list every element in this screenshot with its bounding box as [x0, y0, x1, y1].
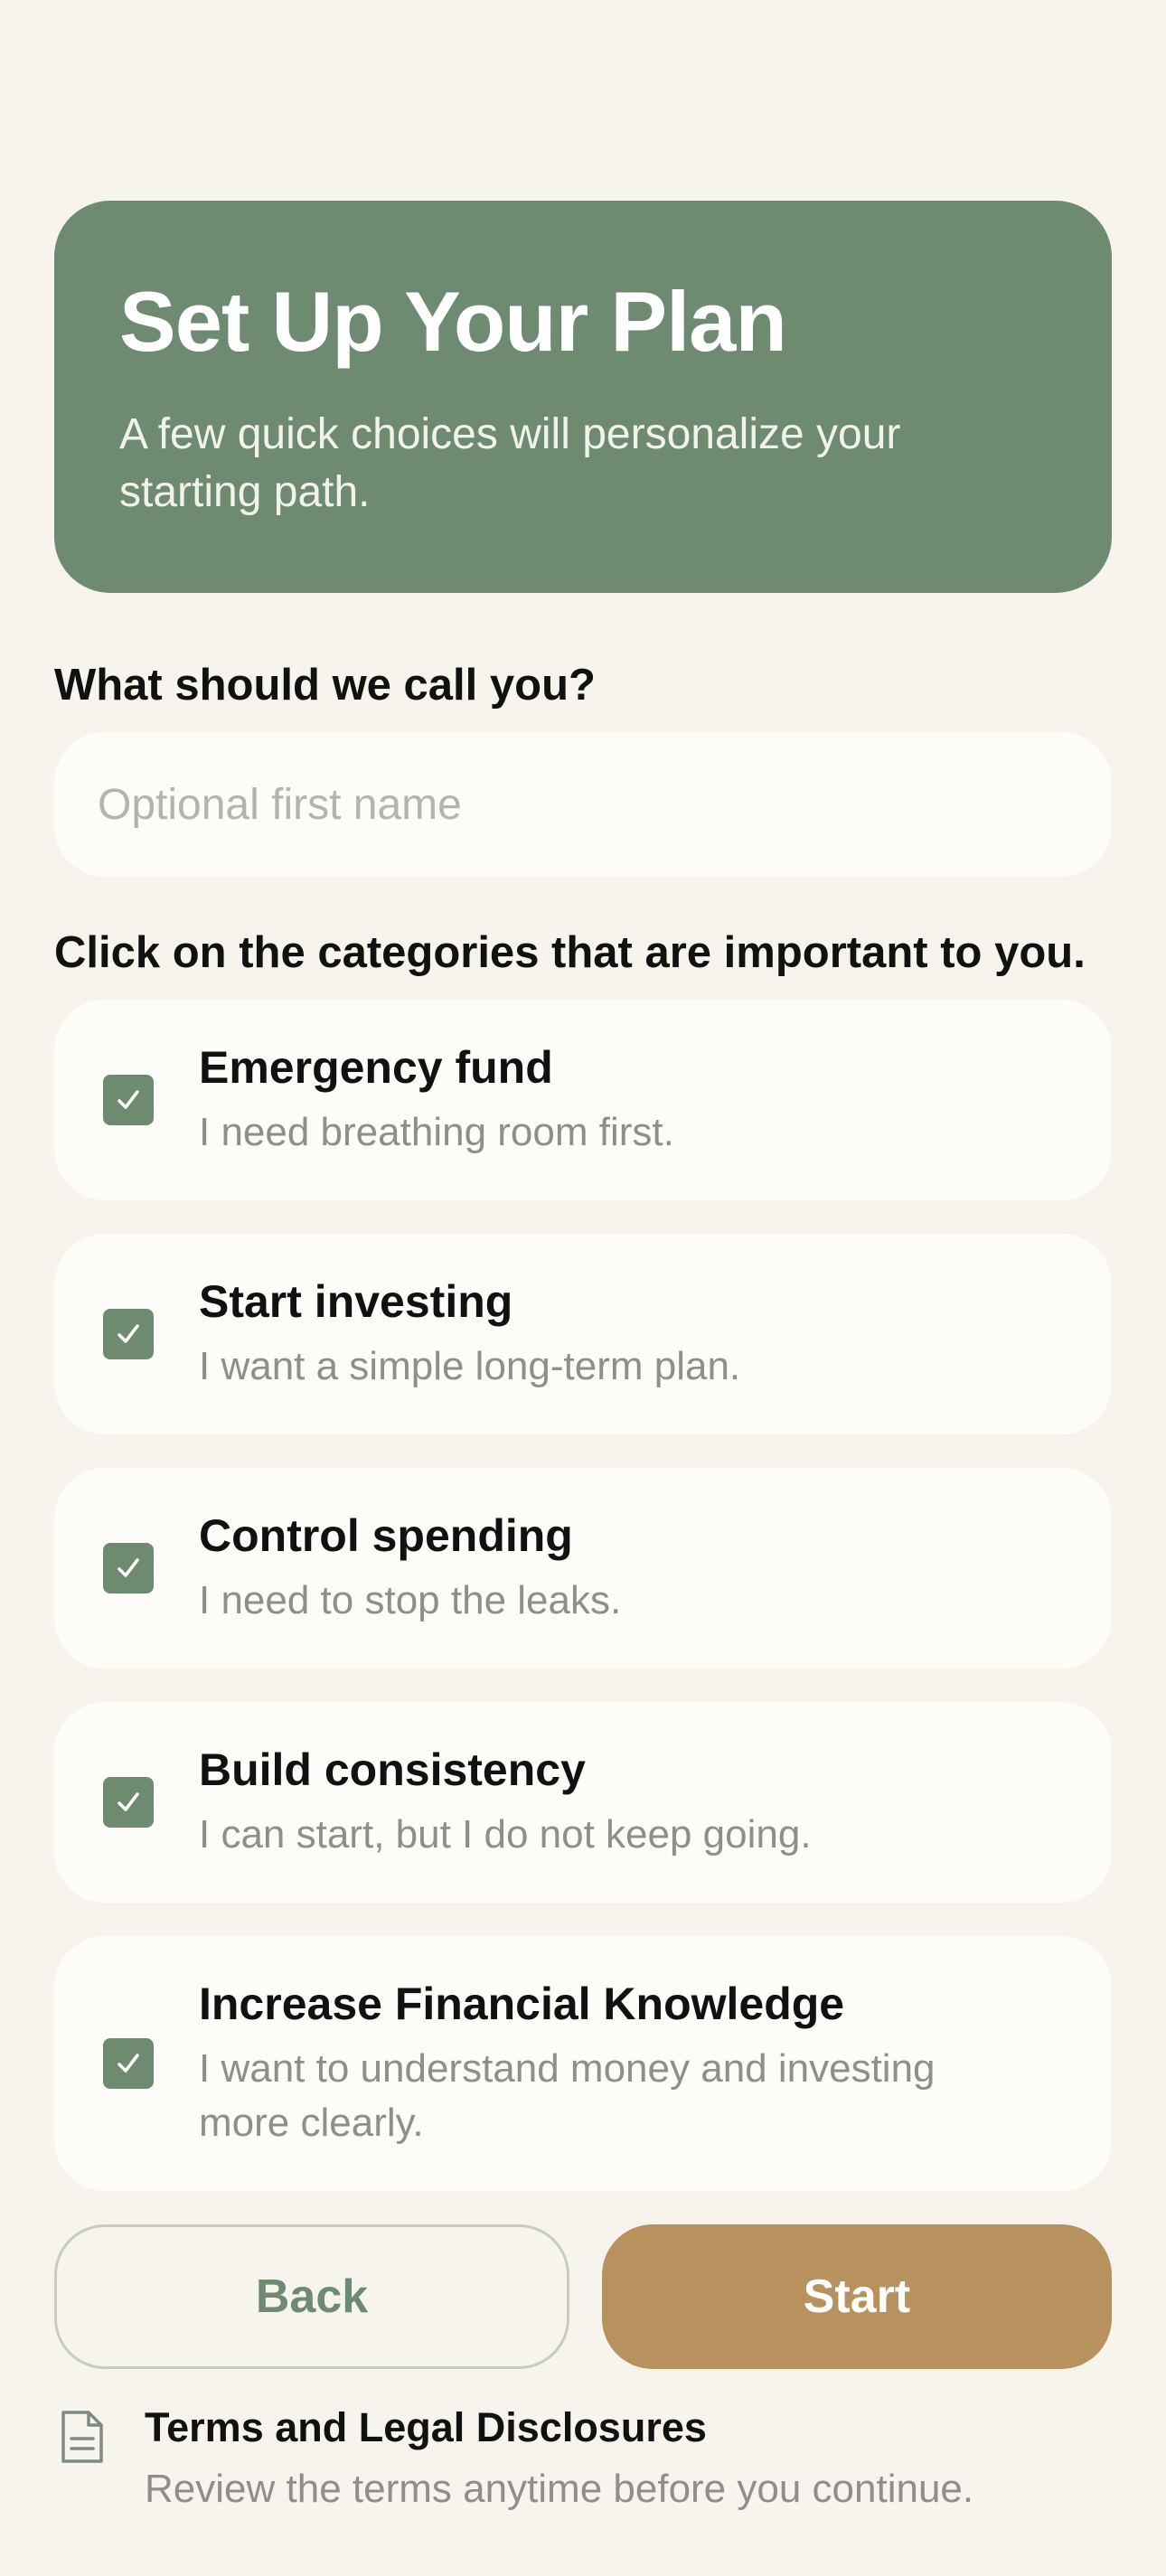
categories-label: Click on the categories that are importa… [54, 928, 1086, 977]
category-description: I want a simple long-term plan. [199, 1344, 741, 1388]
category-text: Increase Financial Knowledge I want to u… [199, 1977, 1012, 2150]
document-icon [61, 2411, 103, 2463]
category-title: Build consistency [199, 1744, 586, 1795]
back-button[interactable]: Back [54, 2224, 569, 2369]
category-description: I can start, but I do not keep going. [199, 1812, 812, 1857]
category-list: Emergency fund I need breathing room fir… [54, 1000, 1112, 2191]
category-text: Build consistency I can start, but I do … [199, 1743, 1012, 1862]
category-description: I need breathing room first. [199, 1110, 674, 1154]
checkmark-icon [118, 1558, 139, 1577]
checkbox-checked[interactable] [103, 1543, 154, 1594]
action-buttons: Back Start [54, 2224, 1112, 2369]
name-label: What should we call you? [54, 661, 596, 710]
start-button[interactable]: Start [602, 2224, 1112, 2369]
category-text: Emergency fund I need breathing room fir… [199, 1040, 1012, 1160]
category-title: Emergency fund [199, 1042, 553, 1093]
checkmark-icon [118, 2054, 139, 2073]
onboarding-screen: Set Up Your Plan A few quick choices wil… [0, 0, 1166, 2576]
category-text: Control spending I need to stop the leak… [199, 1509, 1012, 1628]
terms-description: Review the terms anytime before you cont… [145, 2467, 974, 2511]
category-description: I want to understand money and investing… [199, 2046, 936, 2145]
page-subtitle: A few quick choices will personalize you… [119, 410, 901, 517]
category-title: Start investing [199, 1276, 513, 1327]
category-financial-knowledge[interactable]: Increase Financial Knowledge I want to u… [54, 1936, 1112, 2191]
category-start-investing[interactable]: Start investing I want a simple long-ter… [54, 1234, 1112, 1434]
terms-title: Terms and Legal Disclosures [145, 2404, 707, 2450]
checkmark-icon [118, 1090, 139, 1109]
checkbox-checked[interactable] [103, 1075, 154, 1125]
checkmark-icon [118, 1792, 139, 1811]
page-title: Set Up Your Plan [119, 274, 787, 369]
category-build-consistency[interactable]: Build consistency I can start, but I do … [54, 1702, 1112, 1903]
category-description: I need to stop the leaks. [199, 1578, 622, 1622]
hero-card: Set Up Your Plan A few quick choices wil… [54, 201, 1112, 593]
category-control-spending[interactable]: Control spending I need to stop the leak… [54, 1468, 1112, 1669]
checkbox-checked[interactable] [103, 1309, 154, 1359]
terms-link[interactable]: Terms and Legal Disclosures Review the t… [54, 2403, 1112, 2512]
checkmark-icon [118, 1324, 139, 1343]
checkbox-checked[interactable] [103, 1777, 154, 1828]
checkbox-checked[interactable] [103, 2038, 154, 2089]
category-title: Increase Financial Knowledge [199, 1979, 845, 2029]
category-title: Control spending [199, 1510, 573, 1561]
first-name-input[interactable] [54, 732, 1112, 877]
category-text: Start investing I want a simple long-ter… [199, 1274, 1012, 1394]
category-emergency-fund[interactable]: Emergency fund I need breathing room fir… [54, 1000, 1112, 1200]
terms-text: Terms and Legal Disclosures Review the t… [145, 2403, 973, 2512]
